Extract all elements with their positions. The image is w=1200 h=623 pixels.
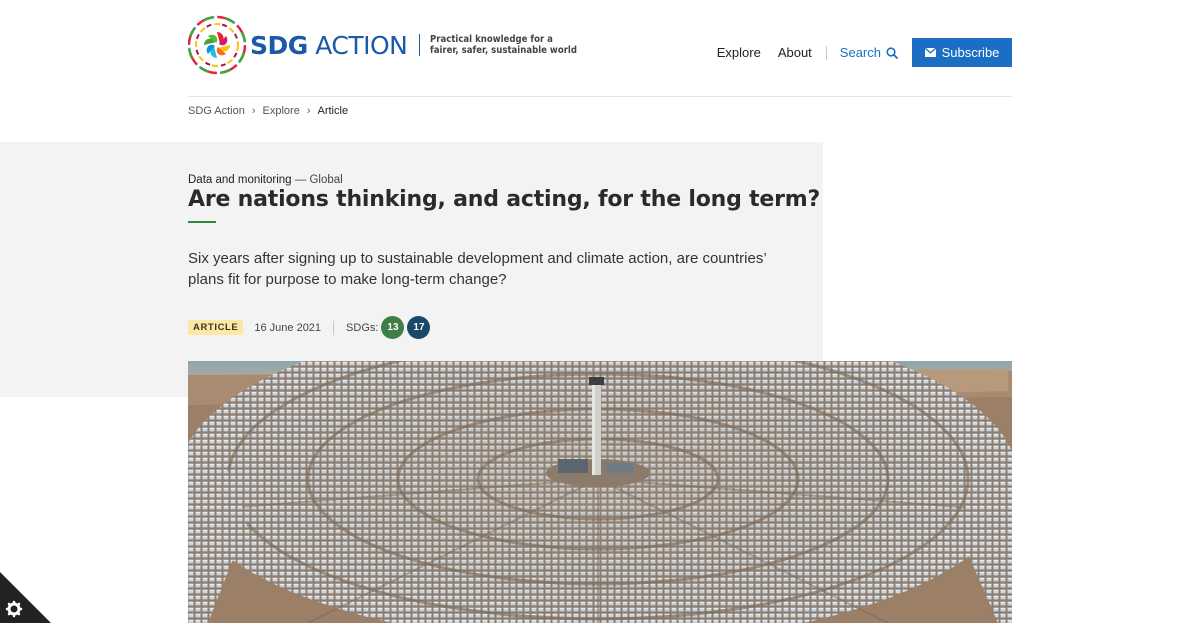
nav-explore-link[interactable]: Explore — [717, 45, 761, 60]
logo-wordmark: SDG ACTION — [250, 30, 408, 60]
subscribe-label: Subscribe — [941, 45, 1000, 60]
chevron-right-icon: › — [251, 105, 256, 117]
tagline-line-1: Practical knowledge for a — [430, 34, 554, 45]
subscribe-button[interactable]: Subscribe — [912, 38, 1012, 67]
sdg-13-badge[interactable]: 13 — [381, 316, 405, 339]
article-date: 16 June 2021 — [254, 321, 322, 334]
logo-wordmark-rest: ACTION — [307, 30, 408, 60]
breadcrumb-current: Article — [317, 105, 349, 117]
article-kicker: Data and monitoring — Global — [188, 174, 343, 186]
breadcrumb: SDG Action › Explore › Article — [188, 105, 348, 117]
solar-plant-aerial-image — [188, 361, 1012, 623]
search-button[interactable]: Search — [840, 45, 898, 60]
search-icon — [886, 46, 898, 59]
main-nav: Explore About Search Subscribe — [717, 38, 1012, 67]
site-logo[interactable]: SDG ACTION Practical knowledge for a fai… — [188, 14, 594, 76]
sdgs-label: SDGs: — [346, 321, 379, 334]
article-region: — Global — [291, 174, 343, 186]
chevron-right-icon: › — [306, 105, 311, 117]
cookie-corner-shape — [0, 572, 51, 623]
tagline-line-2: fairer, safer, sustainable world — [430, 45, 578, 56]
logo-wordmark-bold: SDG — [250, 30, 308, 60]
title-underline — [188, 221, 216, 223]
breadcrumb-home-link[interactable]: SDG Action — [188, 105, 245, 117]
logo-divider — [419, 34, 421, 56]
article-category-link[interactable]: Data and monitoring — [188, 174, 292, 186]
mail-icon — [924, 48, 936, 57]
nav-about-link[interactable]: About — [778, 45, 812, 60]
nav-divider — [825, 45, 827, 60]
cookie-settings-button[interactable] — [0, 572, 51, 623]
site-header: SDG ACTION Practical knowledge for a fai… — [188, 0, 1012, 97]
article-title: Are nations thinking, and acting, for th… — [188, 187, 821, 212]
article-meta: ARTICLE 16 June 2021 SDGs: 13 17 — [188, 316, 433, 339]
search-label: Search — [839, 45, 881, 60]
meta-divider — [333, 320, 335, 335]
logo-tagline: Practical knowledge for a fairer, safer,… — [430, 34, 577, 56]
article-hero-image — [188, 361, 1012, 623]
sdg-17-badge[interactable]: 17 — [407, 316, 431, 339]
article-type-badge: ARTICLE — [188, 320, 244, 335]
breadcrumb-explore-link[interactable]: Explore — [263, 105, 300, 117]
sdg-wheel-logo-icon — [188, 15, 246, 75]
article-standfirst: Six years after signing up to sustainabl… — [188, 250, 767, 288]
